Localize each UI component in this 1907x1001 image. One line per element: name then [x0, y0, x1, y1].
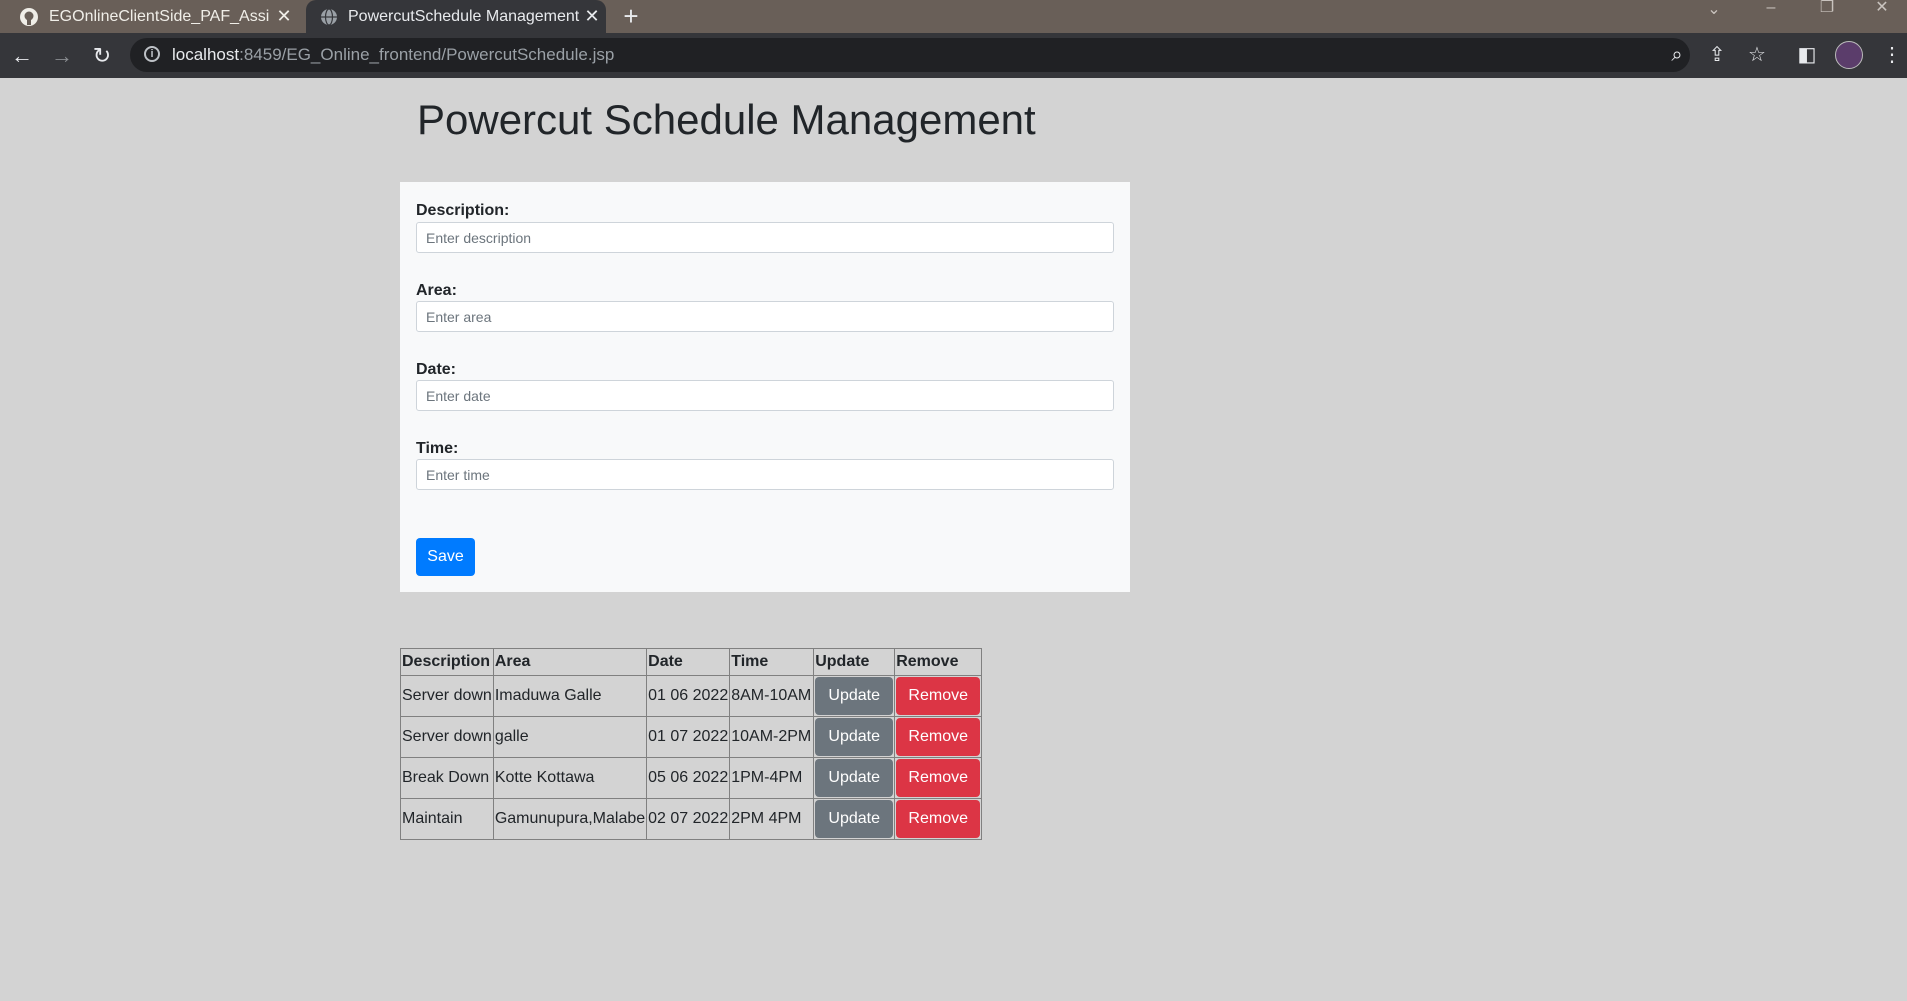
save-button[interactable]: Save — [416, 538, 475, 576]
time-label: Time: — [416, 440, 459, 457]
site-info-icon[interactable]: i — [144, 46, 160, 62]
side-panel-icon[interactable]: ◧ — [1794, 42, 1820, 68]
back-icon[interactable]: ← — [9, 43, 35, 69]
cell-date: 02 07 2022 — [646, 798, 731, 840]
description-label: Description: — [416, 202, 510, 219]
header-remove: Remove — [894, 648, 983, 676]
remove-button[interactable]: Remove — [896, 718, 981, 756]
github-icon — [20, 8, 38, 26]
header-description: Description — [400, 648, 494, 676]
cell-remove: Remove — [894, 675, 983, 717]
close-tab-icon[interactable]: ✕ — [582, 6, 602, 26]
header-date: Date — [646, 648, 731, 676]
update-button[interactable]: Update — [815, 677, 894, 715]
table-row: Maintain Gamunupura,Malabe 02 07 2022 2P… — [400, 798, 983, 840]
time-input[interactable] — [416, 459, 1114, 490]
cell-date: 01 07 2022 — [646, 716, 731, 758]
close-tab-icon[interactable]: ✕ — [274, 6, 294, 26]
cell-remove: Remove — [894, 716, 983, 758]
browser-tab-github[interactable]: EGOnlineClientSide_PAF_Assignm ✕ — [0, 0, 302, 33]
area-label: Area: — [416, 282, 457, 299]
cell-time: 2PM 4PM — [729, 798, 815, 840]
table-row: Server down Imaduwa Galle 01 06 2022 8AM… — [400, 675, 983, 717]
address-bar[interactable]: i localhost:8459/EG_Online_frontend/Powe… — [130, 38, 1690, 72]
forward-icon[interactable]: → — [49, 43, 75, 69]
reload-icon[interactable]: ↻ — [89, 43, 115, 69]
cell-description: Maintain — [400, 798, 494, 840]
cell-update: Update — [813, 716, 896, 758]
header-update: Update — [813, 648, 896, 676]
cell-date: 01 06 2022 — [646, 675, 731, 717]
minimize-icon[interactable]: – — [1757, 0, 1785, 20]
remove-button[interactable]: Remove — [896, 677, 981, 715]
table-row: Break Down Kotte Kottawa 05 06 2022 1PM-… — [400, 757, 983, 799]
cell-time: 10AM-2PM — [729, 716, 815, 758]
schedule-table: Description Area Date Time Update Remove… — [400, 648, 983, 840]
tab-search-icon[interactable]: ⌄ — [1700, 2, 1728, 22]
browser-tab-bar: EGOnlineClientSide_PAF_Assignm ✕ Powercu… — [0, 0, 1907, 33]
cell-area: Imaduwa Galle — [492, 675, 648, 717]
remove-button[interactable]: Remove — [896, 759, 981, 797]
update-button[interactable]: Update — [815, 800, 894, 838]
cell-remove: Remove — [894, 798, 983, 840]
cell-remove: Remove — [894, 757, 983, 799]
cell-description: Server down — [400, 675, 494, 717]
update-button[interactable]: Update — [815, 718, 894, 756]
tab-title: PowercutSchedule Management — [348, 8, 580, 25]
profile-avatar[interactable] — [1835, 41, 1863, 69]
cell-time: 1PM-4PM — [729, 757, 815, 799]
zoom-icon[interactable]: ⌕ — [1664, 42, 1690, 68]
cell-date: 05 06 2022 — [646, 757, 731, 799]
description-input[interactable] — [416, 222, 1114, 253]
cell-description: Server down — [400, 716, 494, 758]
cell-area: Gamunupura,Malabe — [492, 798, 648, 840]
globe-icon — [321, 8, 337, 26]
share-icon[interactable]: ⇪ — [1704, 42, 1730, 68]
date-label: Date: — [416, 361, 457, 378]
cell-time: 8AM-10AM — [729, 675, 815, 717]
header-area: Area — [492, 648, 648, 676]
table-header-row: Description Area Date Time Update Remove — [400, 648, 983, 676]
update-button[interactable]: Update — [815, 759, 894, 797]
url-text[interactable]: localhost:8459/EG_Online_frontend/Powerc… — [172, 45, 614, 65]
cell-update: Update — [813, 675, 896, 717]
browser-tab-active[interactable]: PowercutSchedule Management ✕ — [306, 0, 606, 33]
close-window-icon[interactable]: ✕ — [1868, 0, 1896, 20]
area-input[interactable] — [416, 301, 1114, 332]
restore-icon[interactable]: ❐ — [1813, 0, 1841, 20]
cell-area: Kotte Kottawa — [492, 757, 648, 799]
date-input[interactable] — [416, 380, 1114, 411]
cell-area: galle — [492, 716, 648, 758]
cell-update: Update — [813, 798, 896, 840]
browser-menu-icon[interactable]: ⋮ — [1882, 42, 1902, 68]
cell-description: Break Down — [400, 757, 494, 799]
cell-update: Update — [813, 757, 896, 799]
url-host: localhost — [172, 45, 240, 64]
bookmark-star-icon[interactable]: ☆ — [1744, 42, 1770, 68]
header-time: Time — [729, 648, 815, 676]
remove-button[interactable]: Remove — [896, 800, 981, 838]
table-row: Server down galle 01 07 2022 10AM-2PM Up… — [400, 716, 983, 758]
url-path: :8459/EG_Online_frontend/PowercutSchedul… — [239, 45, 615, 64]
tab-title: EGOnlineClientSide_PAF_Assignm — [49, 8, 269, 25]
page-title: Powercut Schedule Management — [417, 96, 1036, 143]
new-tab-icon[interactable]: + — [618, 0, 644, 33]
schedule-form: Description: Area: Date: Time: Save — [400, 182, 1130, 592]
